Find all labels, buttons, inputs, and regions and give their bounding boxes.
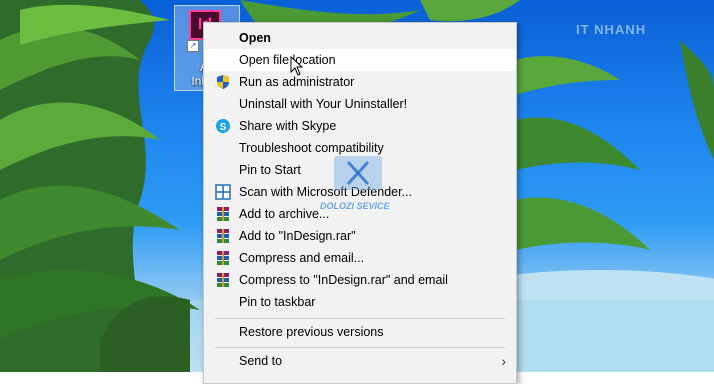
menu-item-send-to[interactable]: Send to › (204, 350, 516, 372)
menu-item-label: Compress and email... (239, 251, 365, 265)
shortcut-arrow-icon: ↗ (187, 40, 199, 52)
menu-item-run-as-administrator[interactable]: Run as administrator (204, 71, 516, 93)
menu-item-label: Uninstall with Your Uninstaller! (239, 97, 408, 111)
winrar-icon (215, 206, 231, 222)
winrar-icon (215, 250, 231, 266)
tools-icon (334, 156, 382, 190)
menu-separator (215, 318, 505, 319)
menu-item-label: Pin to taskbar (239, 295, 316, 309)
chevron-right-icon: › (501, 353, 506, 369)
menu-item-label: Add to "InDesign.rar" (239, 229, 356, 243)
watermark-text: DOLOZI SEVICE (320, 201, 390, 211)
menu-item-restore-previous-versions[interactable]: Restore previous versions (204, 321, 516, 343)
menu-item-compress-and-email[interactable]: Compress and email... (204, 247, 516, 269)
menu-item-label: Compress to "InDesign.rar" and email (239, 273, 448, 287)
menu-item-compress-rar-email[interactable]: Compress to "InDesign.rar" and email (204, 269, 516, 291)
menu-item-label: Open (239, 31, 271, 45)
menu-separator (215, 347, 505, 348)
winrar-icon (215, 228, 231, 244)
menu-item-label: Add to archive... (239, 207, 330, 221)
defender-icon (215, 184, 231, 200)
skype-icon: S (215, 118, 231, 134)
menu-item-label: Open file location (239, 53, 336, 67)
menu-item-share-with-skype[interactable]: S Share with Skype (204, 115, 516, 137)
menu-item-open-file-location[interactable]: Open file location (204, 49, 516, 71)
mouse-cursor-icon (290, 56, 304, 76)
menu-item-uninstall[interactable]: Uninstall with Your Uninstaller! (204, 93, 516, 115)
winrar-icon (215, 272, 231, 288)
svg-text:S: S (220, 122, 227, 133)
menu-item-add-to-rar[interactable]: Add to "InDesign.rar" (204, 225, 516, 247)
menu-item-open[interactable]: Open (204, 27, 516, 49)
menu-item-label: Share with Skype (239, 119, 337, 133)
menu-item-pin-to-taskbar[interactable]: Pin to taskbar (204, 291, 516, 313)
uac-shield-icon (215, 74, 231, 90)
menu-item-label: Restore previous versions (239, 325, 384, 339)
watermark-logo: IT NHANH (576, 22, 647, 37)
menu-item-label: Pin to Start (239, 163, 301, 177)
menu-item-label: Send to (239, 354, 283, 368)
watermark-overlay: DOLOZI SEVICE (320, 156, 402, 212)
